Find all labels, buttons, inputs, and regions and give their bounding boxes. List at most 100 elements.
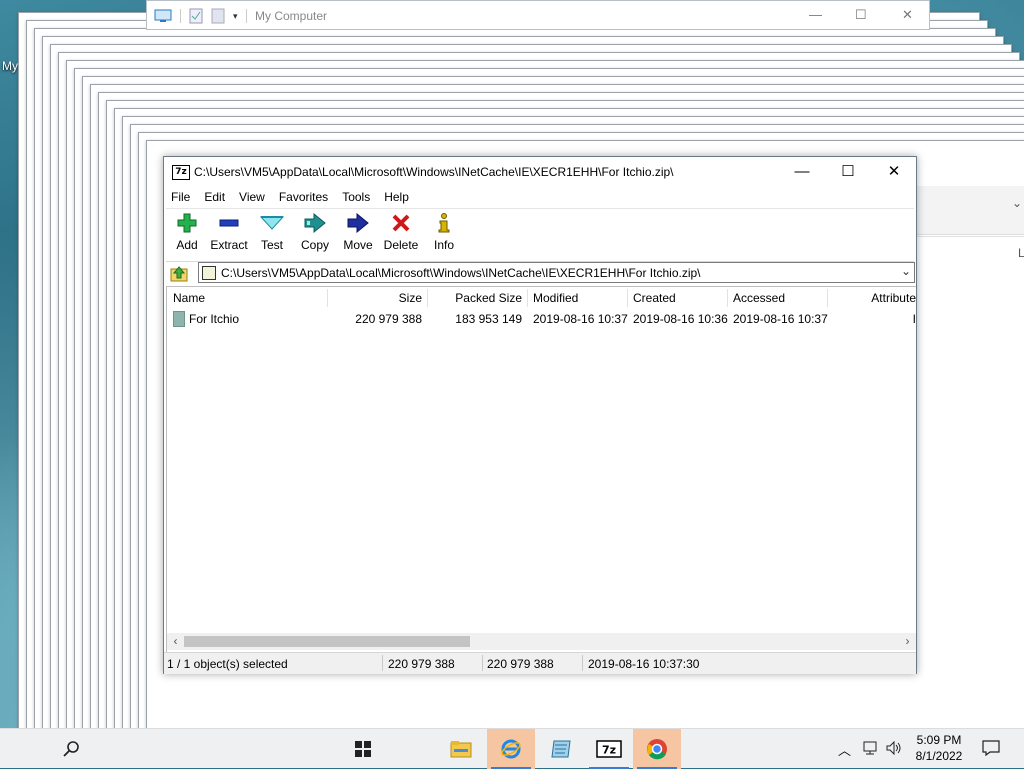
row-packed-size: 183 953 149 bbox=[455, 312, 522, 326]
taskbar-chrome[interactable] bbox=[633, 729, 681, 769]
file-explorer-icon bbox=[450, 741, 472, 758]
delete-icon bbox=[392, 214, 410, 232]
taskbar: 7z ︿ 5:09 PM 8/1/2022 bbox=[0, 728, 1024, 769]
status-bar: 1 / 1 object(s) selected 220 979 388 220… bbox=[164, 652, 916, 674]
column-header-created[interactable]: Created bbox=[633, 287, 676, 309]
scroll-left-icon[interactable]: ‹ bbox=[167, 633, 184, 650]
column-header-accessed[interactable]: Accessed bbox=[733, 287, 785, 309]
folder-up-icon[interactable] bbox=[170, 264, 188, 282]
test-label: Test bbox=[260, 238, 283, 252]
move-label: Move bbox=[343, 238, 373, 252]
menu-favorites[interactable]: Favorites bbox=[272, 187, 335, 207]
info-label: Info bbox=[433, 238, 454, 252]
network-icon[interactable] bbox=[863, 741, 879, 755]
menu-help[interactable]: Help bbox=[377, 187, 416, 207]
add-label: Add bbox=[176, 238, 198, 252]
column-header-modified[interactable]: Modified bbox=[533, 287, 578, 309]
notepad-icon bbox=[551, 740, 571, 758]
menu-view[interactable]: View bbox=[232, 187, 272, 207]
file-list[interactable]: Name Size Packed Size Modified Created A… bbox=[166, 286, 916, 652]
taskbar-file-explorer[interactable] bbox=[437, 729, 485, 769]
separator bbox=[180, 9, 181, 23]
chrome-icon bbox=[647, 739, 667, 760]
clock[interactable]: 5:09 PM 8/1/2022 bbox=[904, 732, 974, 764]
status-size: 220 979 388 bbox=[388, 657, 455, 671]
minimize-button[interactable]: — bbox=[779, 157, 825, 187]
customize-toolbar-icon[interactable]: ▾ bbox=[233, 11, 238, 22]
add-icon bbox=[177, 213, 197, 233]
notification-icon[interactable] bbox=[982, 740, 1000, 756]
window-title: C:\Users\VM5\AppData\Local\Microsoft\Win… bbox=[194, 165, 674, 179]
scroll-right-icon[interactable]: › bbox=[899, 633, 916, 650]
move-button[interactable]: Move bbox=[341, 213, 375, 252]
new-folder-icon[interactable] bbox=[211, 8, 225, 24]
search-button[interactable] bbox=[48, 729, 96, 769]
menu-tools[interactable]: Tools bbox=[335, 187, 377, 207]
info-button[interactable]: Info bbox=[430, 213, 458, 252]
address-bar[interactable]: C:\Users\VM5\AppData\Local\Microsoft\Win… bbox=[198, 262, 915, 283]
maximize-button[interactable]: ☐ bbox=[825, 157, 871, 187]
status-selection: 1 / 1 object(s) selected bbox=[167, 657, 288, 671]
archive-icon bbox=[202, 266, 216, 280]
menu-bar: File Edit View Favorites Tools Help bbox=[164, 187, 916, 207]
7zip-icon: 7z bbox=[596, 740, 622, 758]
row-modified: 2019-08-16 10:37 bbox=[533, 312, 628, 326]
desktop-icon-label[interactable]: My bbox=[2, 59, 18, 73]
chevron-down-icon[interactable]: ⌄ bbox=[901, 264, 911, 278]
taskbar-internet-explorer[interactable] bbox=[487, 729, 535, 769]
title-bar[interactable]: 7z C:\Users\VM5\AppData\Local\Microsoft\… bbox=[164, 157, 916, 187]
close-button[interactable]: ✕ bbox=[902, 7, 913, 23]
7zip-app-icon[interactable]: 7z bbox=[172, 165, 190, 180]
maximize-button[interactable]: ☐ bbox=[855, 7, 867, 23]
minimize-button[interactable]: — bbox=[809, 7, 822, 22]
taskbar-notepad[interactable] bbox=[537, 729, 585, 769]
column-divider[interactable] bbox=[727, 289, 728, 307]
background-window-content bbox=[917, 236, 1024, 728]
show-hidden-icons-icon[interactable]: ︿ bbox=[838, 740, 851, 759]
start-button[interactable] bbox=[339, 729, 387, 769]
my-computer-window[interactable]: ▾ My Computer — ☐ ✕ bbox=[146, 0, 930, 30]
folder-icon bbox=[173, 311, 185, 327]
extract-label: Extract bbox=[210, 238, 248, 252]
chevron-down-icon[interactable]: ⌄ bbox=[1012, 196, 1022, 210]
background-window-ribbon bbox=[917, 186, 1024, 235]
menu-file[interactable]: File bbox=[164, 187, 197, 207]
column-header-name[interactable]: Name bbox=[173, 287, 205, 309]
status-packed-size: 220 979 388 bbox=[487, 657, 554, 671]
row-size: 220 979 388 bbox=[355, 312, 422, 326]
extract-button[interactable]: Extract bbox=[209, 213, 249, 252]
address-row: C:\Users\VM5\AppData\Local\Microsoft\Win… bbox=[164, 260, 916, 286]
test-icon bbox=[260, 216, 284, 230]
menu-edit[interactable]: Edit bbox=[197, 187, 232, 207]
horizontal-scrollbar[interactable]: ‹ › bbox=[167, 633, 916, 650]
volume-icon[interactable] bbox=[886, 741, 902, 755]
my-computer-title: My Computer bbox=[255, 9, 328, 23]
status-divider bbox=[382, 655, 383, 671]
row-attributes: I bbox=[912, 312, 916, 326]
toolbar: Add Extract Test Copy Move Delete Info bbox=[166, 208, 914, 262]
scrollbar-thumb[interactable] bbox=[184, 636, 470, 647]
row-name: For Itchio bbox=[189, 312, 240, 326]
taskbar-7zip[interactable]: 7z bbox=[585, 729, 633, 769]
delete-button[interactable]: Delete bbox=[382, 213, 420, 252]
move-icon bbox=[347, 213, 369, 233]
test-button[interactable]: Test bbox=[257, 213, 287, 252]
svg-text:7z: 7z bbox=[602, 744, 616, 757]
close-button[interactable]: ✕ bbox=[871, 157, 917, 187]
address-path: C:\Users\VM5\AppData\Local\Microsoft\Win… bbox=[221, 266, 701, 280]
column-header-size[interactable]: Size bbox=[327, 287, 422, 309]
background-window-column-fragment: L bbox=[1018, 246, 1024, 260]
copy-button[interactable]: Copy bbox=[299, 213, 331, 252]
clock-time: 5:09 PM bbox=[916, 733, 962, 747]
column-divider[interactable] bbox=[527, 289, 528, 307]
properties-icon[interactable] bbox=[189, 8, 203, 24]
column-header-attributes[interactable]: Attribute bbox=[827, 287, 916, 309]
windows-start-icon bbox=[355, 741, 371, 757]
info-icon bbox=[438, 213, 450, 233]
extract-icon bbox=[219, 219, 239, 227]
column-header-packed-size[interactable]: Packed Size bbox=[427, 287, 522, 309]
computer-icon bbox=[154, 9, 172, 22]
7zip-file-manager-window[interactable]: 7z C:\Users\VM5\AppData\Local\Microsoft\… bbox=[163, 156, 917, 674]
add-button[interactable]: Add bbox=[172, 213, 202, 252]
column-divider[interactable] bbox=[627, 289, 628, 307]
